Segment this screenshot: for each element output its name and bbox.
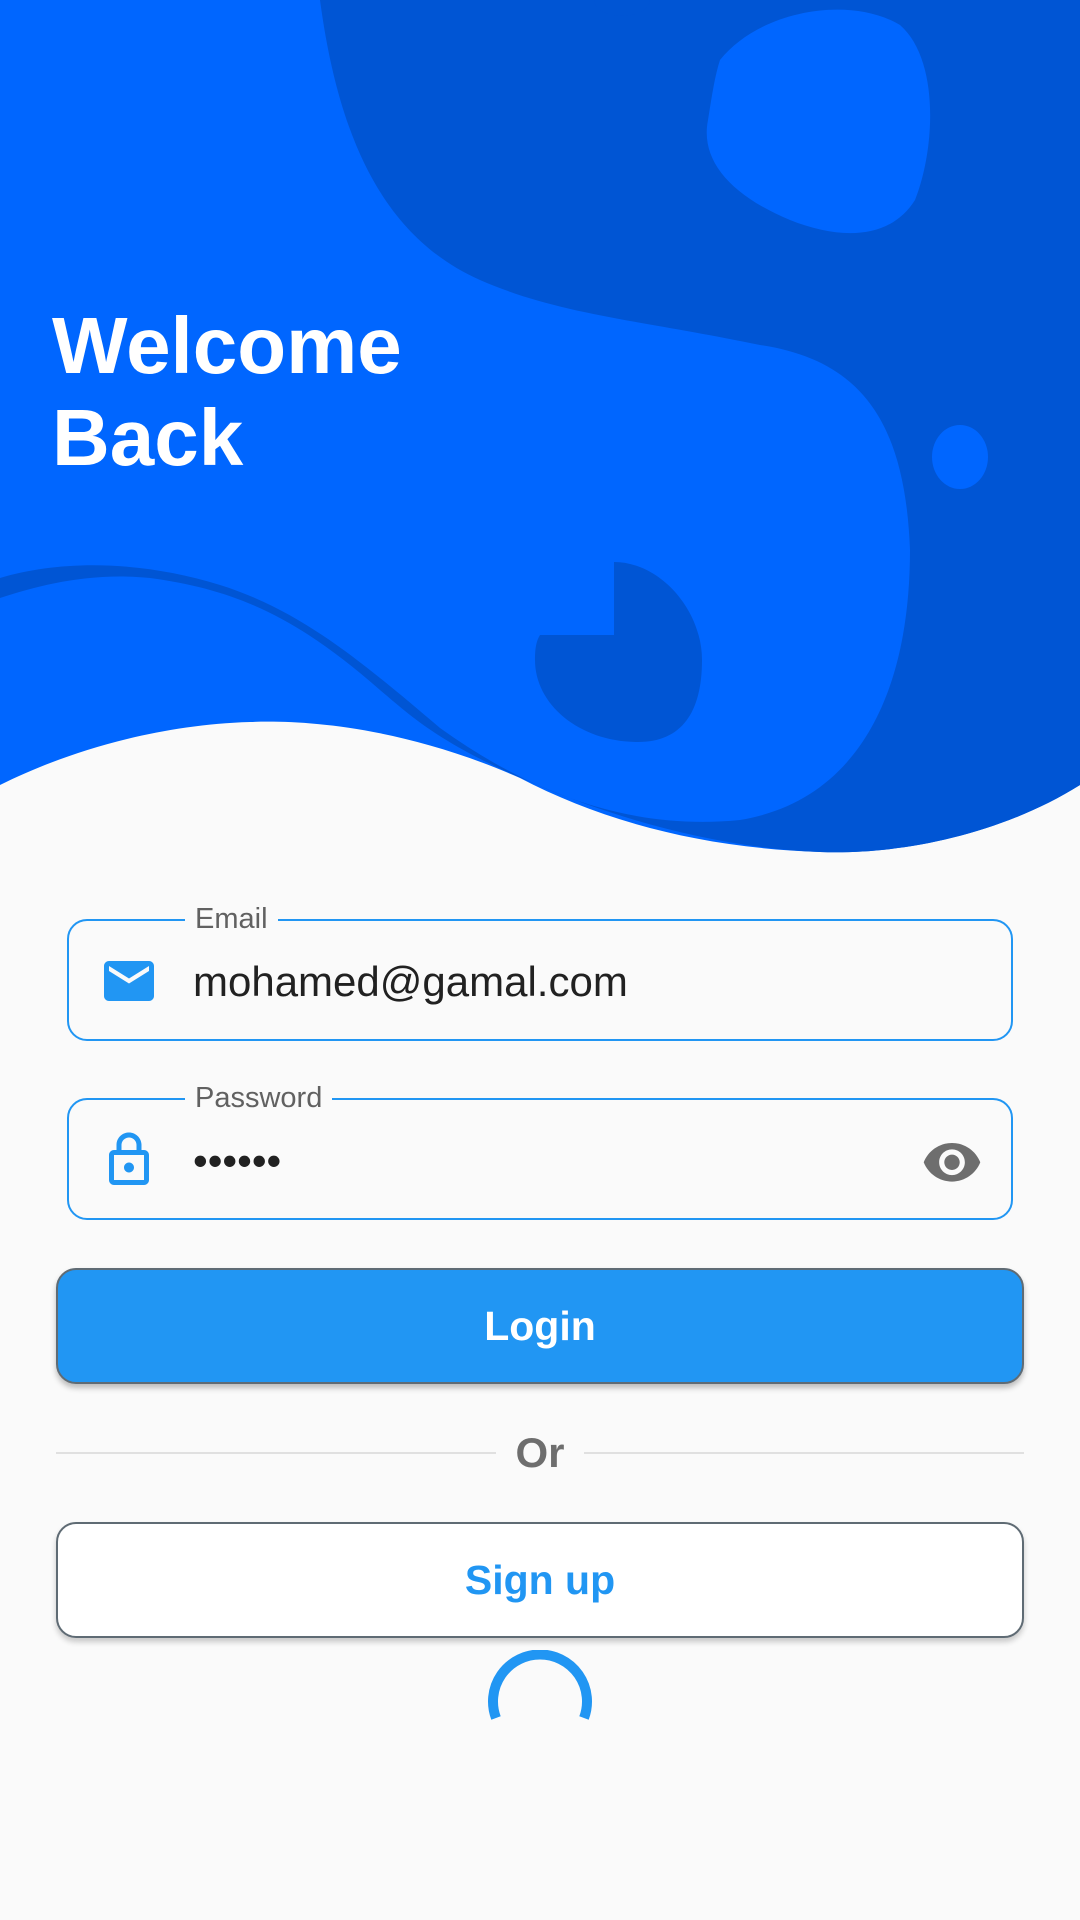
signup-button[interactable]: Sign up <box>56 1522 1024 1638</box>
mail-icon <box>99 951 159 1011</box>
password-input[interactable]: •••••• <box>193 1136 281 1186</box>
password-field[interactable]: Password •••••• <box>67 1078 1013 1220</box>
header-banner: Welcome Back <box>0 0 1080 860</box>
divider-text: Or <box>515 1429 565 1476</box>
login-button-label: Login <box>484 1302 596 1349</box>
page-title: Welcome Back <box>52 300 402 484</box>
email-input[interactable]: mohamed@gamal.com <box>193 957 628 1007</box>
page-title-line-2: Back <box>52 393 244 482</box>
progress-spinner-icon <box>486 1649 594 1758</box>
email-field-label: Email <box>185 899 278 939</box>
password-field-label: Password <box>185 1078 333 1118</box>
lock-icon <box>99 1130 159 1190</box>
divider-line-left <box>56 1452 496 1454</box>
page-title-line-1: Welcome <box>52 301 402 390</box>
email-field[interactable]: Email mohamed@gamal.com <box>67 899 1013 1041</box>
signup-button-label: Sign up <box>464 1556 616 1603</box>
eye-icon[interactable] <box>921 1134 983 1188</box>
divider-line-right <box>584 1452 1024 1454</box>
login-button[interactable]: Login <box>56 1268 1024 1384</box>
